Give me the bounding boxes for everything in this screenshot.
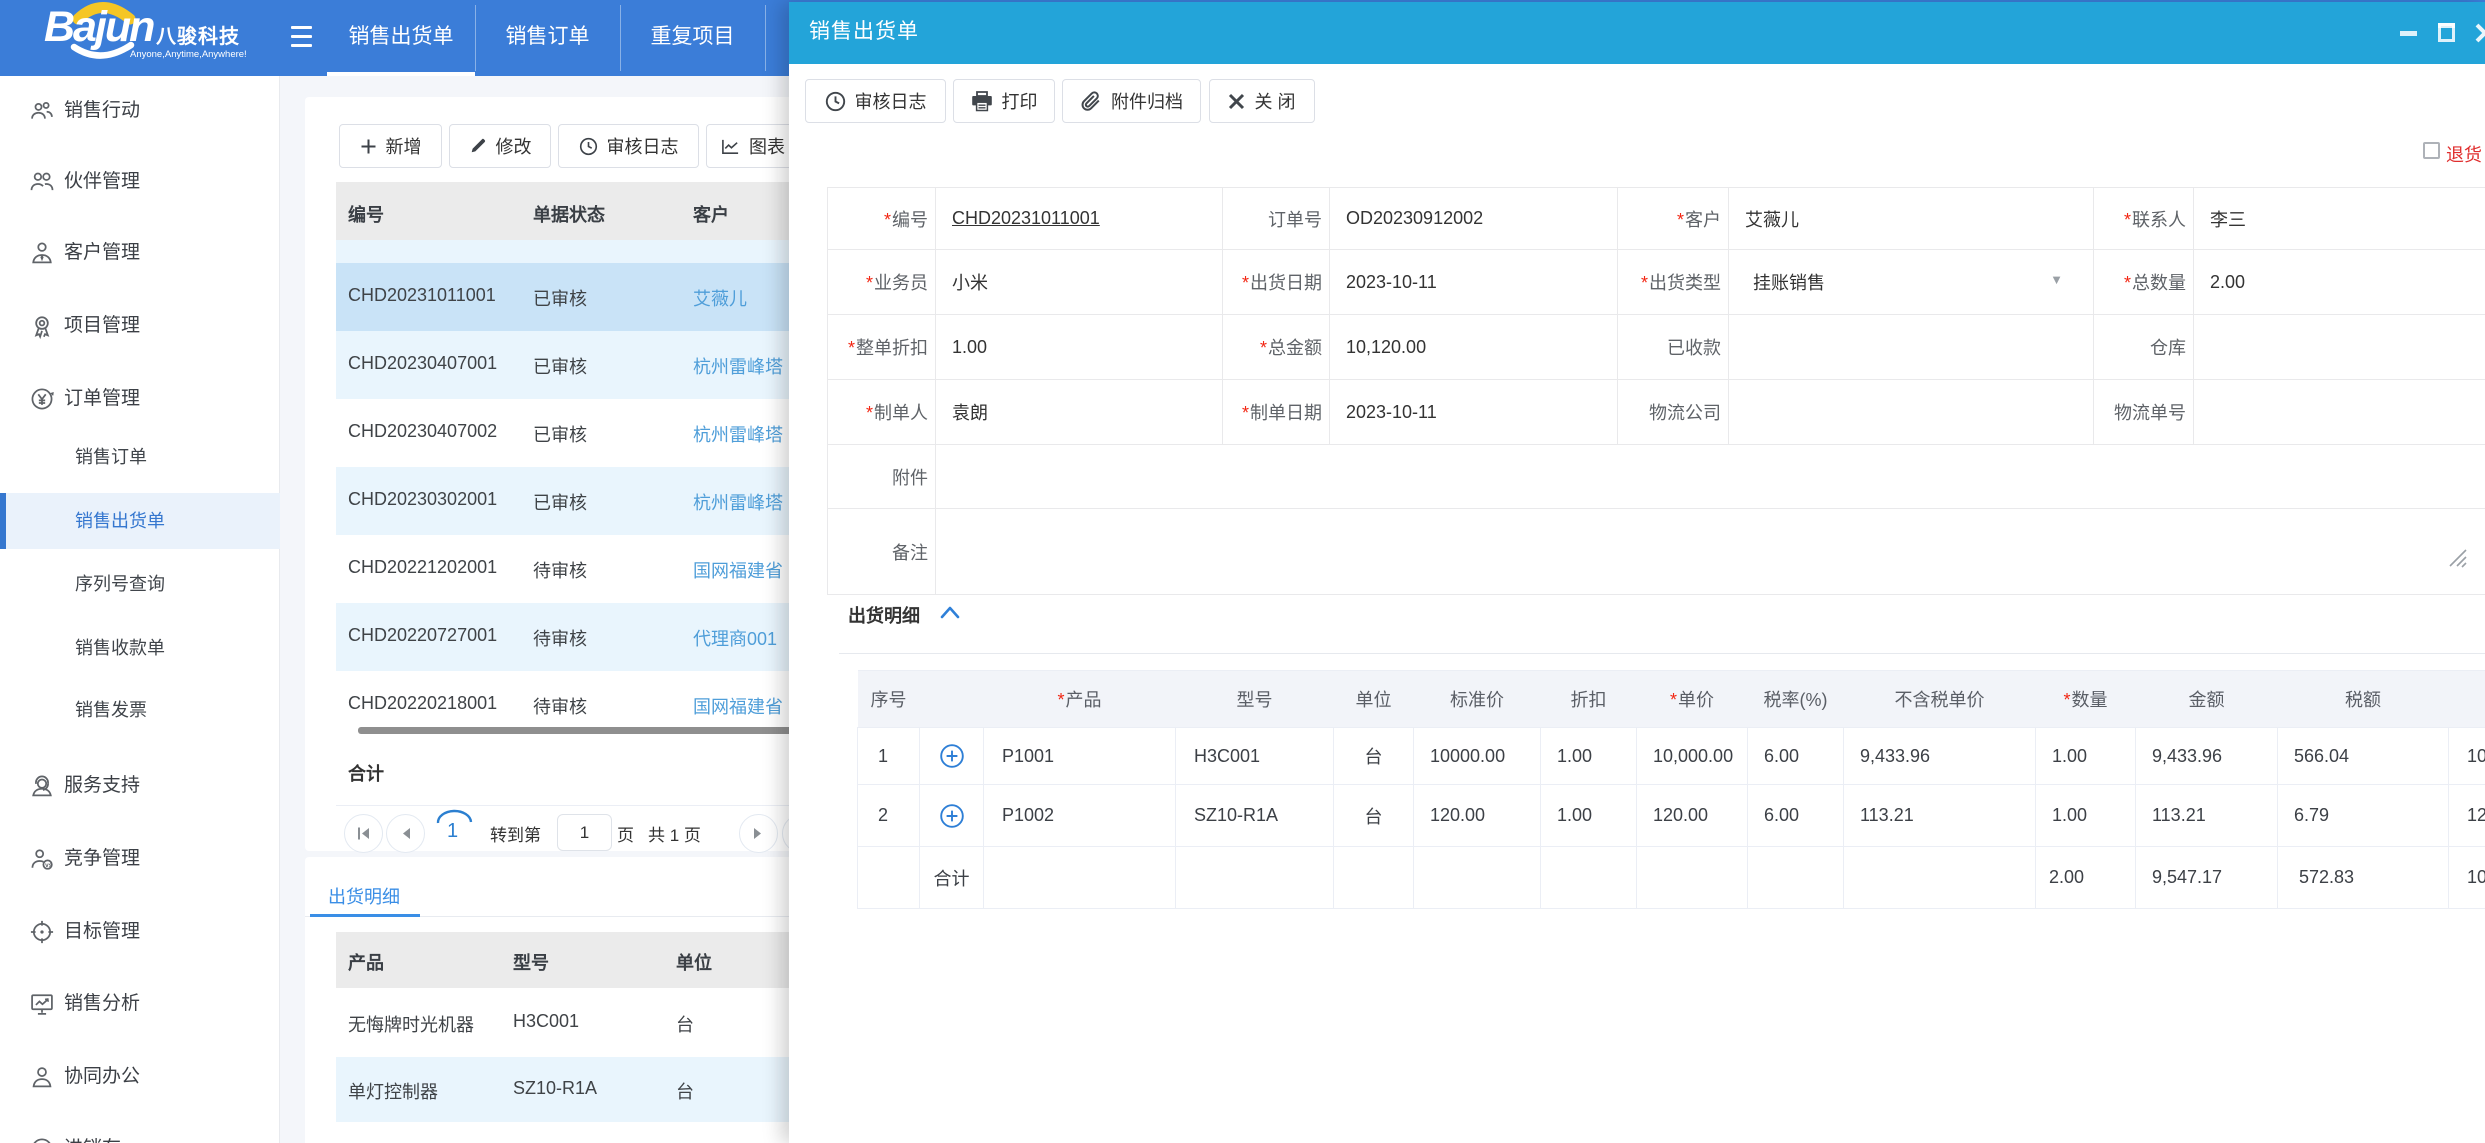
svg-text:vs: vs — [45, 862, 53, 869]
